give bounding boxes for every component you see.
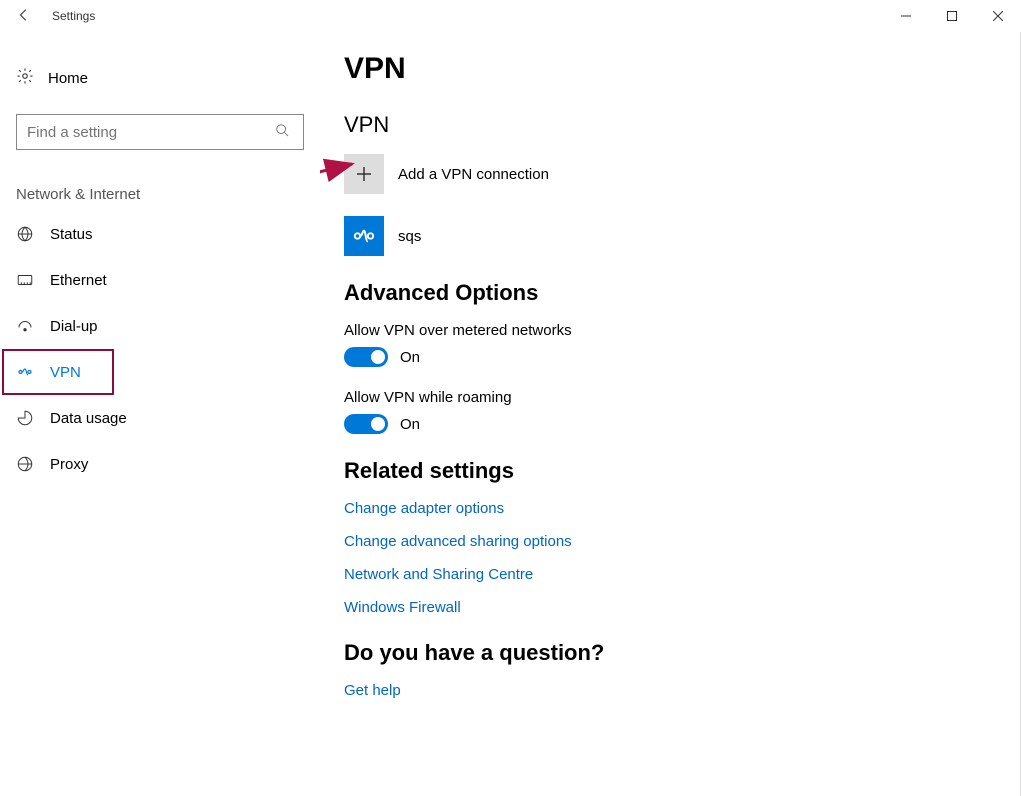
sidebar-item-datausage[interactable]: Data usage [16, 395, 316, 441]
page-title: VPN [344, 52, 964, 86]
vpn-section-header: VPN [344, 112, 964, 138]
window-title: Settings [48, 9, 95, 23]
main-content: VPN VPN Add a VPN connection sqs Adva [320, 32, 1021, 796]
vpn-connection-icon [344, 216, 384, 256]
roaming-toggle[interactable] [344, 414, 388, 434]
sidebar: Home Network & Internet Status [0, 32, 320, 796]
minimize-button[interactable] [883, 0, 929, 32]
dialup-icon [16, 317, 50, 335]
vpn-connection-item[interactable]: sqs [344, 216, 964, 256]
home-label: Home [48, 70, 88, 87]
link-get-help[interactable]: Get help [344, 682, 964, 699]
sidebar-item-ethernet[interactable]: Ethernet [16, 257, 316, 303]
proxy-icon [16, 455, 50, 473]
metered-state: On [400, 349, 420, 366]
sidebar-category: Network & Internet [16, 186, 320, 211]
sidebar-item-label: Proxy [50, 456, 88, 473]
sidebar-item-label: Dial-up [50, 318, 98, 335]
metered-toggle[interactable] [344, 347, 388, 367]
sidebar-item-status[interactable]: Status [16, 211, 316, 257]
roaming-state: On [400, 416, 420, 433]
related-settings-header: Related settings [344, 458, 964, 484]
sidebar-item-label: Ethernet [50, 272, 107, 289]
datausage-icon [16, 409, 50, 427]
search-icon [275, 123, 295, 142]
home-button[interactable]: Home [16, 56, 320, 100]
roaming-label: Allow VPN while roaming [344, 389, 964, 406]
back-button[interactable] [0, 8, 48, 25]
add-vpn-button[interactable]: Add a VPN connection [344, 154, 964, 194]
link-network-centre[interactable]: Network and Sharing Centre [344, 566, 964, 583]
plus-icon [344, 154, 384, 194]
sidebar-item-dialup[interactable]: Dial-up [16, 303, 316, 349]
metered-label: Allow VPN over metered networks [344, 322, 964, 339]
sidebar-item-label: VPN [50, 364, 81, 381]
search-input[interactable] [25, 123, 275, 142]
sidebar-item-proxy[interactable]: Proxy [16, 441, 316, 487]
link-windows-firewall[interactable]: Windows Firewall [344, 599, 964, 616]
search-box[interactable] [16, 114, 304, 150]
add-vpn-label: Add a VPN connection [398, 166, 549, 183]
close-button[interactable] [975, 0, 1021, 32]
advanced-options-header: Advanced Options [344, 280, 964, 306]
question-header: Do you have a question? [344, 640, 964, 666]
vpn-connection-name: sqs [398, 228, 421, 245]
titlebar: Settings [0, 0, 1021, 32]
ethernet-icon [16, 271, 50, 289]
status-icon [16, 225, 50, 243]
vpn-icon [16, 363, 50, 381]
sidebar-item-label: Status [50, 226, 93, 243]
link-sharing-options[interactable]: Change advanced sharing options [344, 533, 964, 550]
sidebar-item-vpn[interactable]: VPN [2, 349, 114, 395]
sidebar-item-label: Data usage [50, 410, 127, 427]
link-adapter-options[interactable]: Change adapter options [344, 500, 964, 517]
gear-icon [16, 67, 48, 90]
maximize-button[interactable] [929, 0, 975, 32]
